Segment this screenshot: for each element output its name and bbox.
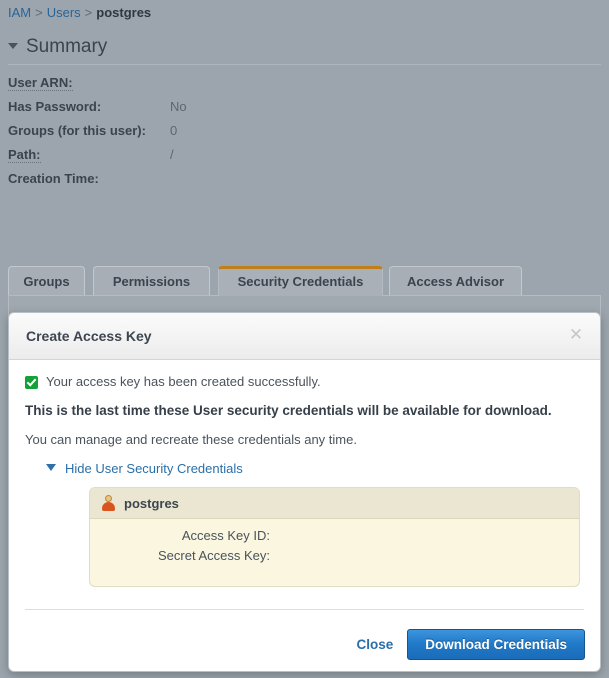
summary-value-groups: 0 [170, 123, 178, 138]
manage-message: You can manage and recreate these creden… [25, 432, 357, 447]
credentials-rows: Access Key ID: Secret Access Key: [90, 519, 579, 586]
summary-label-groups: Groups (for this user): [8, 123, 146, 138]
credentials-row-secret-access-key: Secret Access Key: [100, 546, 569, 566]
secret-access-key-label: Secret Access Key: [158, 548, 270, 564]
summary-value-path: / [170, 147, 174, 162]
close-button[interactable]: Close [356, 637, 393, 652]
caret-down-icon[interactable] [46, 464, 56, 472]
modal-header: Create Access Key ✕ [9, 313, 600, 360]
summary-value-creation-time [158, 168, 428, 192]
warning-message: This is the last time these User securit… [25, 403, 552, 418]
success-message-row: Your access key has been created success… [25, 374, 584, 390]
summary-row-has-password: Has Password: No [8, 96, 428, 120]
access-key-id-label: Access Key ID: [181, 528, 270, 544]
summary-label-user-arn: User ARN: [8, 75, 73, 91]
summary-label-creation-time: Creation Time: [8, 171, 99, 186]
summary-header[interactable]: Summary [8, 36, 601, 62]
tab-bar: Groups Permissions Security Credentials … [8, 266, 601, 296]
breadcrumb-separator: > [35, 5, 43, 20]
summary-divider [8, 64, 601, 65]
summary-row-groups: Groups (for this user): 0 [8, 120, 428, 144]
modal-title: Create Access Key [26, 328, 152, 344]
summary-row-user-arn: User ARN: [8, 72, 428, 96]
breadcrumb-item-users[interactable]: Users [47, 5, 81, 20]
tab-security-credentials[interactable]: Security Credentials [218, 266, 383, 296]
summary-row-path: Path: / [8, 144, 428, 168]
modal-body: Your access key has been created success… [9, 360, 600, 588]
user-avatar-icon [102, 495, 115, 512]
breadcrumb-item-current: postgres [96, 5, 152, 20]
tab-permissions[interactable]: Permissions [93, 266, 210, 296]
page-title: Summary [26, 36, 108, 57]
tab-access-advisor[interactable]: Access Advisor [389, 266, 522, 296]
breadcrumb: IAM > Users > postgres [8, 5, 151, 21]
credentials-panel-header: postgres [90, 488, 579, 520]
summary-row-creation-time: Creation Time: [8, 168, 428, 192]
tab-groups[interactable]: Groups [8, 266, 85, 296]
credentials-panel: postgres Access Key ID: Secret Access Ke… [89, 487, 580, 588]
hide-credentials-link[interactable]: Hide User Security Credentials [65, 461, 243, 476]
breadcrumb-item-iam[interactable]: IAM [8, 5, 31, 20]
credentials-user-name: postgres [124, 495, 179, 511]
modal-footer: Close Download Credentials [9, 609, 600, 671]
caret-down-icon[interactable] [8, 43, 18, 49]
create-access-key-modal: Create Access Key ✕ Your access key has … [8, 312, 601, 672]
summary-label-has-password: Has Password: [8, 99, 102, 114]
toggle-credentials-row[interactable]: Hide User Security Credentials [25, 460, 584, 476]
breadcrumb-separator: > [84, 5, 93, 20]
summary-value-user-arn [158, 72, 428, 96]
summary-label-path: Path: [8, 147, 41, 163]
credentials-row-access-key-id: Access Key ID: [100, 526, 569, 546]
footer-actions: Close Download Credentials [356, 629, 585, 660]
summary-value-has-password: No [170, 99, 187, 114]
footer-divider [25, 609, 584, 610]
close-icon[interactable]: ✕ [566, 325, 586, 345]
download-credentials-button[interactable]: Download Credentials [407, 629, 585, 660]
success-message: Your access key has been created success… [46, 374, 321, 389]
summary-details: User ARN: Has Password: No Groups (for t… [8, 72, 428, 192]
check-icon [25, 376, 38, 389]
